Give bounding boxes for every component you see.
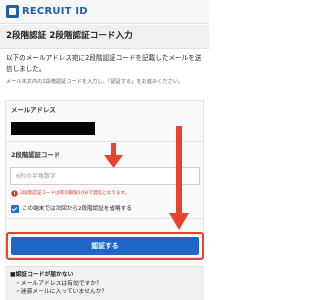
verification-code-input[interactable] <box>10 167 200 185</box>
submit-button[interactable]: 認証する <box>11 237 199 255</box>
page-note: メール本文内の2段階認証コードを入力し、「認証する」をお進みください。 <box>6 79 184 85</box>
code-label: 2段階認証コード <box>11 151 61 159</box>
page-title: 2段階認証 2段階認証コード入力 <box>6 31 133 41</box>
error-message: 2段階認証コードは有効期限10分で発信となります。 <box>11 190 129 197</box>
app-header: RECRUIT ID <box>0 0 209 24</box>
masked-email-value <box>11 122 95 135</box>
page-description: 以下のメールアドレス宛に2段階認証コードを記載したメールを送信しました。 <box>6 54 202 73</box>
help-section: ■認証コードが届かない ・メールアドレスは有効ですか？ ・迷惑メールに入っていま… <box>5 266 204 300</box>
email-label: メールアドレス <box>11 106 56 114</box>
help-item: ・迷惑メールに入っていませんか？ <box>15 289 108 295</box>
logo-mark-icon <box>6 5 19 18</box>
submit-highlight-box: 認証する <box>6 232 204 260</box>
remember-device-label: この端末では次回から2段階認証を省略する <box>22 206 132 212</box>
remember-device-checkbox[interactable] <box>11 205 19 213</box>
form-divider-bottom <box>6 218 203 219</box>
logo-text: RECRUIT ID <box>22 6 88 17</box>
form-divider <box>6 141 203 142</box>
recruit-id-logo: RECRUIT ID <box>6 5 88 18</box>
error-text: 2段階認証コードは有効期限10分で発信となります。 <box>20 191 130 196</box>
alert-icon <box>11 190 18 197</box>
page-title-bar: 2段階認証 2段階認証コード入力 <box>0 25 209 49</box>
remember-device-option[interactable]: この端末では次回から2段階認証を省略する <box>11 205 132 213</box>
help-title: ■認証コードが届かない <box>10 272 74 278</box>
